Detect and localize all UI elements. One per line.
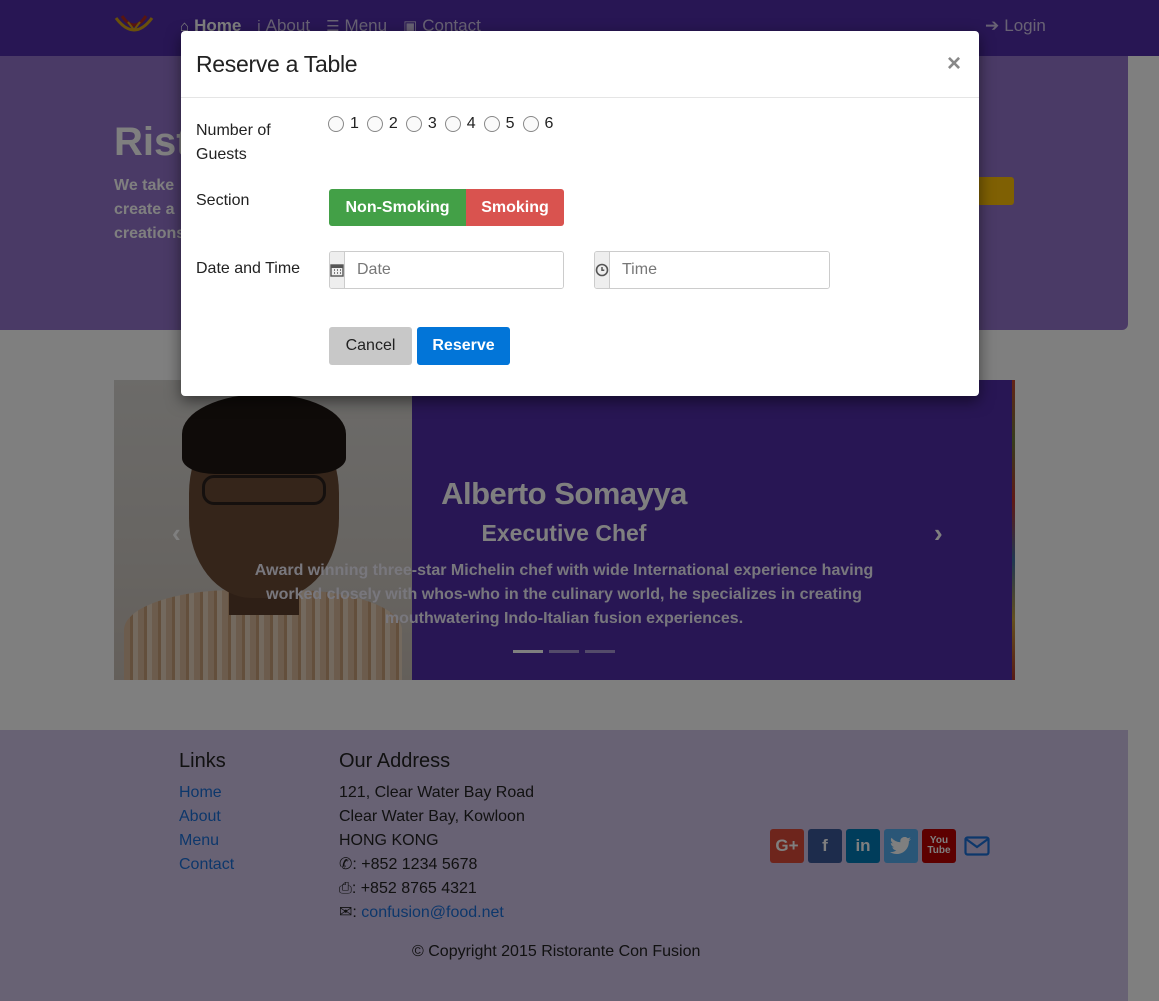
modal-title: Reserve a Table [196, 51, 358, 77]
datetime-label: Date and Time [196, 260, 301, 277]
radio-button[interactable] [522, 116, 539, 132]
radio-button[interactable] [328, 116, 344, 132]
section-button-group: Non-Smoking Smoking [329, 189, 564, 226]
clock-icon [595, 252, 610, 288]
radio-label: 2 [388, 115, 398, 132]
modal-header: Reserve a Table × [181, 31, 979, 98]
guests-radio-group: 1 2 3 4 5 6 [328, 115, 561, 133]
date-input[interactable] [345, 252, 563, 288]
cancel-button[interactable]: Cancel [329, 327, 412, 365]
radio-button[interactable] [444, 116, 461, 132]
guests-option-1[interactable]: 1 [328, 115, 359, 133]
smoking-button[interactable]: Smoking [466, 189, 564, 226]
guests-option-2[interactable]: 2 [366, 115, 398, 133]
guests-option-3[interactable]: 3 [405, 115, 437, 133]
radio-button[interactable] [405, 116, 422, 132]
non-smoking-button[interactable]: Non-Smoking [329, 189, 466, 226]
close-icon[interactable]: × [947, 52, 961, 76]
radio-label: 6 [544, 115, 554, 132]
time-input[interactable] [610, 252, 829, 288]
guests-option-5[interactable]: 5 [483, 115, 515, 133]
reserve-button[interactable]: Reserve [417, 327, 510, 365]
time-input-group [594, 251, 830, 289]
guests-option-4[interactable]: 4 [444, 115, 476, 133]
guests-label: Number of Guests [196, 122, 271, 163]
radio-label: 5 [505, 115, 515, 132]
section-label: Section [196, 192, 250, 209]
date-input-group [329, 251, 564, 289]
radio-label: 1 [350, 115, 359, 132]
calendar-icon [330, 252, 345, 288]
radio-label: 4 [466, 115, 476, 132]
radio-button[interactable] [366, 116, 383, 132]
radio-button[interactable] [483, 116, 500, 132]
guests-option-6[interactable]: 6 [522, 115, 554, 133]
reserve-table-modal: Reserve a Table × Number of Guests 1 2 3… [181, 31, 979, 396]
radio-label: 3 [427, 115, 437, 132]
